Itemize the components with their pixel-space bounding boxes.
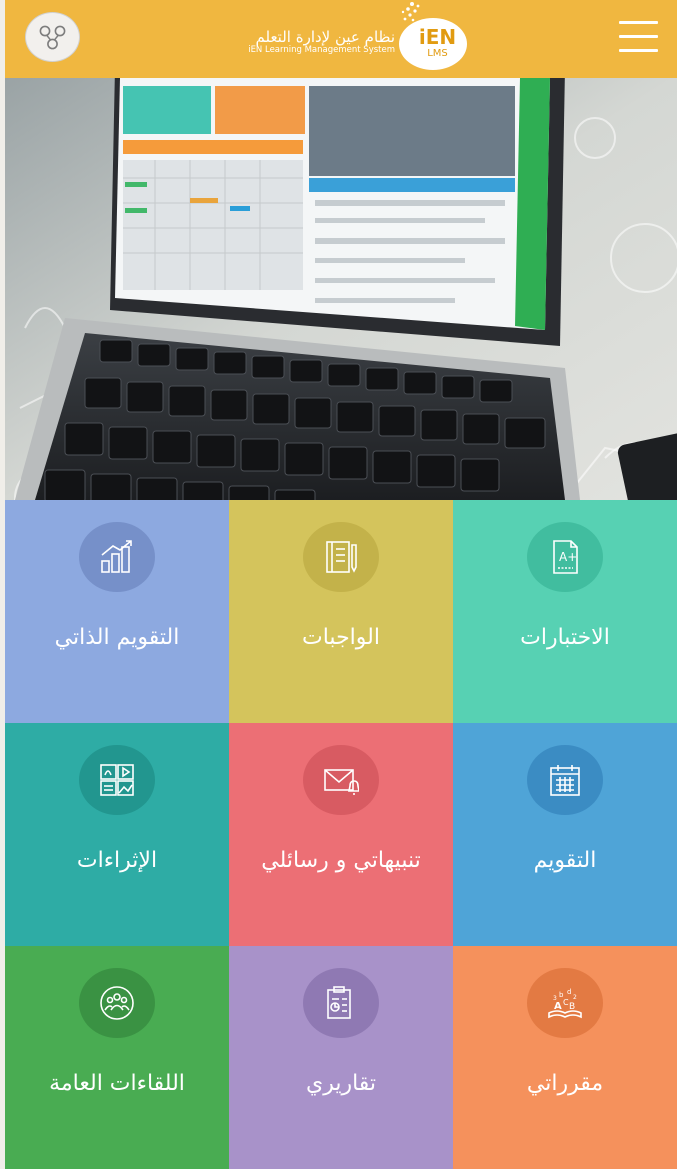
share-button[interactable] (25, 12, 80, 62)
tile-label: الاختبارات (520, 625, 610, 650)
tile-public-meetings[interactable]: اللقاءات العامة (5, 946, 229, 1169)
calendar-icon (550, 765, 580, 796)
tile-icon-circle (303, 522, 379, 592)
logo-main-text: iEN (418, 25, 457, 49)
brand-title-english: iEN Learning Management System (248, 45, 395, 55)
svg-text:A+: A+ (559, 550, 577, 564)
messages-envelope-icon (324, 769, 359, 795)
menu-bar (619, 21, 658, 24)
svg-text:A: A (554, 1001, 562, 1012)
tile-icon-circle (79, 968, 155, 1038)
tile-icon-circle (527, 745, 603, 815)
tile-label: التقويم الذاتي (54, 625, 180, 650)
app-header: نظام عين لإدارة التعلم iEN Learning Mana… (5, 0, 677, 78)
tile-label: مقرراتي (526, 1071, 604, 1096)
tile-icon-circle (79, 522, 155, 592)
logo-dots-icon (401, 2, 420, 22)
tile-icon-circle (303, 745, 379, 815)
tile-exams[interactable]: A+ الاختبارات (453, 500, 677, 723)
reports-clipboard-icon (327, 986, 351, 1019)
hamburger-menu-button[interactable] (619, 21, 658, 52)
app-screen: نظام عين لإدارة التعلم iEN Learning Mana… (0, 0, 677, 1169)
tile-icon-circle (79, 745, 155, 815)
tile-label: الواجبات (302, 625, 380, 650)
tile-icon-circle: A C B b d 2 3 (527, 968, 603, 1038)
laptop-dashboard-illustration (5, 78, 677, 500)
tile-icon-circle (303, 968, 379, 1038)
meetings-people-icon (100, 986, 134, 1020)
assignments-notebook-icon (326, 541, 357, 573)
courses-book-icon: A C B b d 2 3 (548, 988, 582, 1019)
tile-calendar[interactable]: التقويم (453, 723, 677, 946)
share-icon (39, 25, 66, 50)
svg-text:b: b (559, 991, 564, 999)
exams-document-icon: A+ (553, 540, 578, 574)
menu-bar (619, 49, 658, 52)
tile-my-courses[interactable]: A C B b d 2 3 مقرراتي (453, 946, 677, 1169)
brand-title-arabic: نظام عين لإدارة التعلم (255, 28, 396, 46)
svg-text:3: 3 (553, 995, 557, 1002)
tile-icon-circle: A+ (527, 522, 603, 592)
hero-banner-image (5, 78, 677, 500)
svg-text:d: d (567, 988, 571, 996)
logo-sub-text: LMS (427, 48, 448, 59)
tile-assignments[interactable]: الواجبات (229, 500, 453, 723)
tile-reports[interactable]: تقاريري (229, 946, 453, 1169)
tile-label: تقاريري (305, 1071, 377, 1096)
self-assessment-chart-icon (101, 540, 132, 573)
tile-label: التقويم (533, 848, 597, 873)
tile-enrichments[interactable]: الإثراءات (5, 723, 229, 946)
menu-bar (619, 35, 658, 38)
svg-text:B: B (569, 1002, 575, 1012)
tile-label: الإثراءات (76, 848, 158, 873)
tile-self-assessment[interactable]: التقويم الذاتي (5, 500, 229, 723)
tile-label: تنبيهاتي و رسائلي (261, 848, 421, 873)
svg-text:2: 2 (573, 994, 577, 1001)
main-menu-grid: التقويم الذاتي الواجبات A+ الاختبارات ال… (5, 500, 677, 1169)
tile-notifications-messages[interactable]: تنبيهاتي و رسائلي (229, 723, 453, 946)
enrichment-media-icon (100, 764, 134, 796)
tile-label: اللقاءات العامة (49, 1071, 185, 1096)
